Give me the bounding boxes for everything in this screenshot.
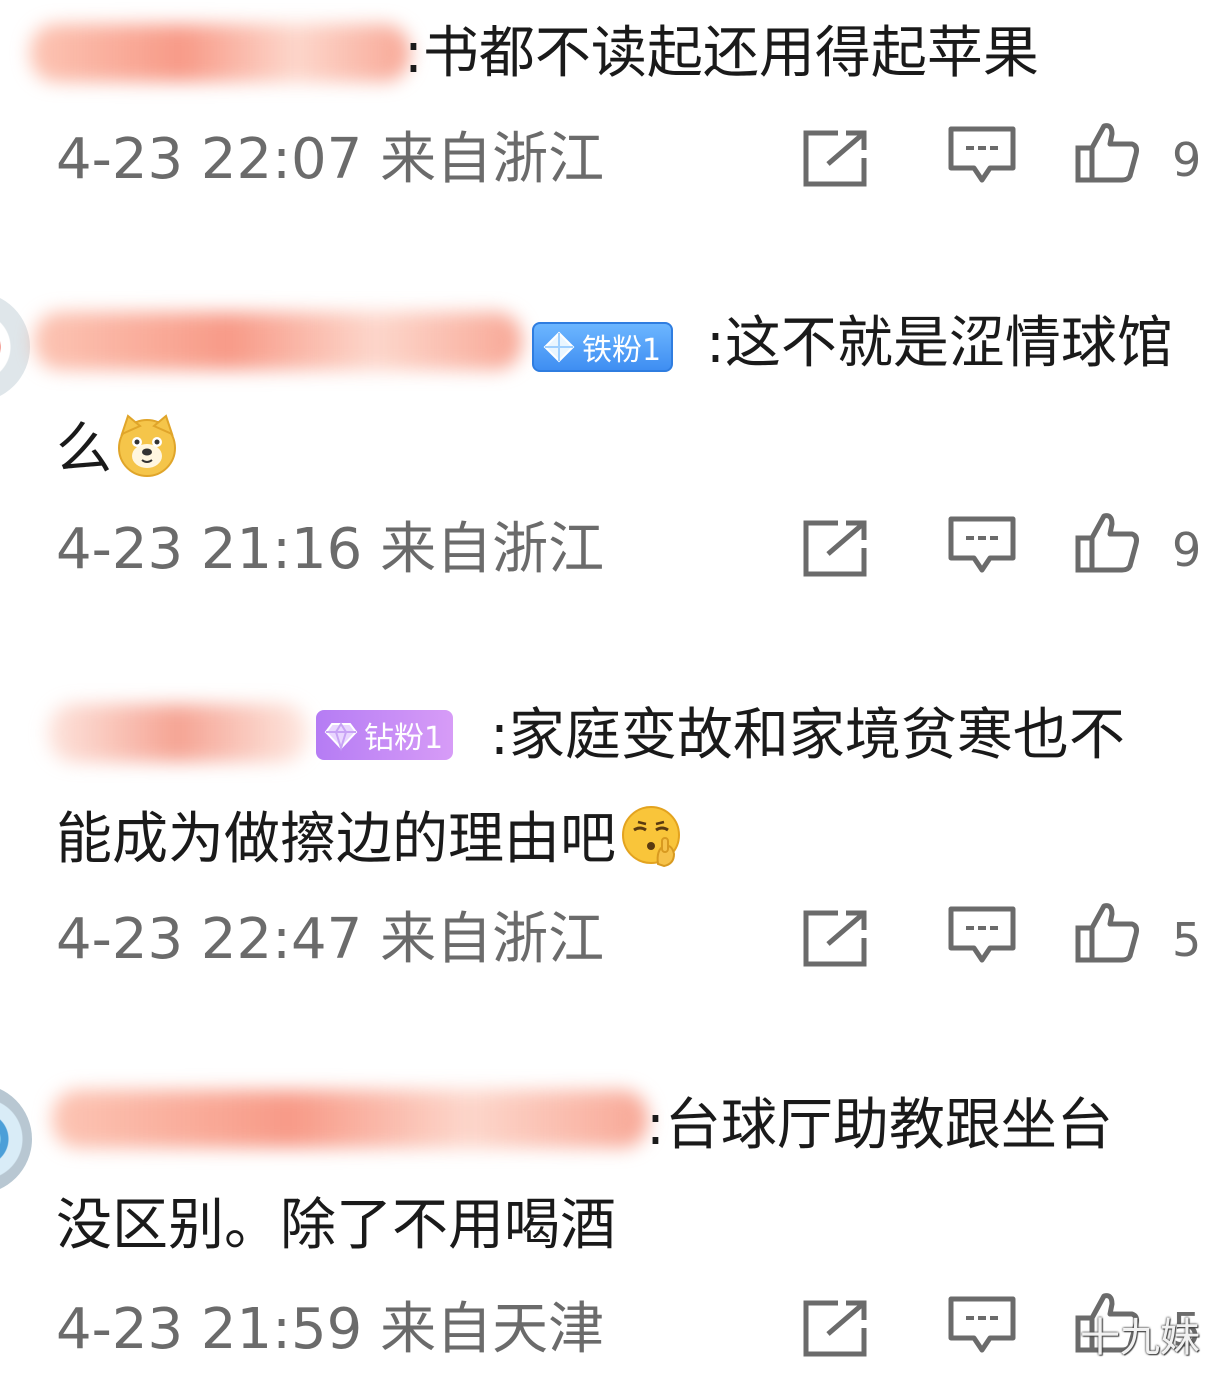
diamond-icon [543, 331, 575, 363]
comment-location: 来自浙江 [380, 907, 605, 972]
watermark: 十九妹 [1080, 1315, 1200, 1361]
blurred-username [52, 1090, 648, 1148]
fan-badge: 钻粉1 [316, 710, 454, 760]
diamond-icon [324, 722, 358, 752]
comment-text-line2: 能成为做擦边的理由吧 [56, 807, 616, 872]
shush-emoji [622, 806, 680, 868]
comment-meta: 4-23 21:16 来自浙江 [56, 518, 604, 582]
like-count: 5 [1172, 913, 1202, 967]
badge-label: 钻粉1 [364, 721, 444, 756]
share-icon[interactable] [800, 908, 870, 968]
comment-text-continued: 没区别。除了不用喝酒 [56, 1193, 616, 1258]
comment-text: :家庭变故和家境贫寒也不 [490, 703, 1125, 768]
like-icon[interactable] [1074, 900, 1140, 964]
comment-text-line2: 么 [56, 417, 112, 482]
comment-text: :这不就是涩情球馆 [706, 311, 1173, 376]
comment-icon[interactable] [946, 514, 1018, 578]
blurred-username [30, 24, 410, 82]
comment-time: 4-23 22:47 [56, 907, 363, 972]
doge-emoji [118, 414, 176, 477]
like-icon[interactable] [1074, 510, 1140, 574]
fan-badge: 铁粉1 [532, 322, 674, 372]
comment-text-continued: 么 [56, 412, 180, 482]
comment-meta: 4-23 22:07 来自浙江 [56, 128, 604, 192]
comment-location: 来自浙江 [380, 127, 605, 192]
comment-meta: 4-23 22:47 来自浙江 [56, 908, 604, 972]
comment-icon[interactable] [946, 124, 1018, 188]
avatar[interactable] [0, 292, 30, 402]
badge-label: 铁粉1 [582, 333, 662, 368]
share-icon[interactable] [800, 518, 870, 578]
blurred-username [34, 312, 522, 370]
avatar[interactable] [0, 1084, 32, 1194]
comment-location: 来自天津 [380, 1297, 605, 1362]
comment-text-continued: 能成为做擦边的理由吧 [56, 802, 684, 872]
like-count: 9 [1172, 133, 1202, 187]
comment-text: :书都不读起还用得起苹果 [404, 21, 1039, 86]
comment-time: 4-23 21:16 [56, 517, 363, 582]
share-icon[interactable] [800, 128, 870, 188]
comment-time: 4-23 22:07 [56, 127, 363, 192]
comment-meta: 4-23 21:59 来自天津 [56, 1298, 604, 1362]
like-icon[interactable] [1074, 120, 1140, 184]
share-icon[interactable] [800, 1298, 870, 1358]
blurred-username [48, 704, 308, 762]
comment-icon[interactable] [946, 1294, 1018, 1358]
comment-location: 来自浙江 [380, 517, 605, 582]
comment-time: 4-23 21:59 [56, 1297, 363, 1362]
comment-icon[interactable] [946, 904, 1018, 968]
like-count: 9 [1172, 523, 1202, 577]
comment-text: :台球厅助教跟坐台 [646, 1093, 1113, 1158]
